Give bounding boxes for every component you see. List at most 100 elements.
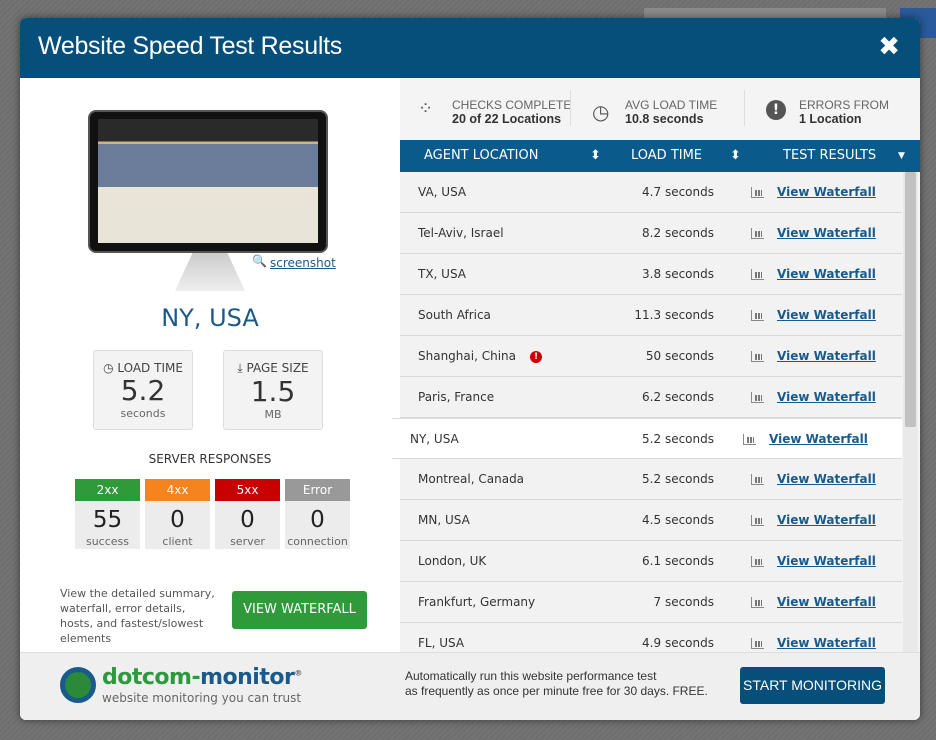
response-code: 2xx xyxy=(75,479,140,501)
results-table-header: AGENT LOCATION ⬍ LOAD TIME ⬍ TEST RESULT… xyxy=(400,140,920,172)
load-time: 4.5 seconds xyxy=(642,513,714,527)
modal-header: Website Speed Test Results ✖ xyxy=(20,18,920,78)
agent-location: VA, USA xyxy=(418,185,467,199)
table-row[interactable]: MN, USA 4.5 seconds View Waterfall xyxy=(400,500,902,541)
error-icon: ! xyxy=(766,100,786,120)
response-count: 0 xyxy=(310,507,325,533)
view-waterfall-link[interactable]: View Waterfall xyxy=(777,172,876,212)
view-waterfall-button[interactable]: VIEW WATERFALL xyxy=(232,591,367,629)
table-row[interactable]: NY, USA 5.2 seconds View Waterfall xyxy=(392,418,902,459)
table-row[interactable]: VA, USA 4.7 seconds View Waterfall xyxy=(400,172,902,213)
response-count: 0 xyxy=(240,507,255,533)
close-icon[interactable]: ✖ xyxy=(878,32,900,62)
zoom-icon: 🔍 xyxy=(252,254,267,268)
bar-chart-icon xyxy=(743,434,756,445)
view-waterfall-link[interactable]: View Waterfall xyxy=(777,254,876,294)
error-icon: ! xyxy=(530,350,542,363)
agent-location: Montreal, Canada xyxy=(418,472,525,486)
view-waterfall-link[interactable]: View Waterfall xyxy=(777,500,876,540)
column-agent-location[interactable]: AGENT LOCATION xyxy=(424,140,538,172)
table-row[interactable]: Tel-Aviv, Israel 8.2 seconds View Waterfal… xyxy=(400,213,902,254)
errors-from-stat: ERRORS FROM 1 Location xyxy=(799,98,889,126)
avg-load-time-stat: AVG LOAD TIME 10.8 seconds xyxy=(625,98,718,126)
table-row[interactable]: TX, USA 3.8 seconds View Waterfall xyxy=(400,254,902,295)
agent-location: London, UK xyxy=(418,554,487,568)
bar-chart-icon xyxy=(751,638,764,649)
table-row[interactable]: London, UK 6.1 seconds View Waterfall xyxy=(400,541,902,582)
scrollbar[interactable] xyxy=(903,172,918,652)
location-detail-panel: 🔍 screenshot NY, USA ◷ LOAD TIME 5.2 sec… xyxy=(20,78,400,652)
agent-location: South Africa xyxy=(418,308,491,322)
page-size-value: 1.5 xyxy=(250,375,296,408)
bar-chart-icon xyxy=(751,392,764,403)
website-screenshot-thumbnail[interactable] xyxy=(88,110,328,253)
load-time-value: 5.2 xyxy=(120,374,166,407)
spinner-icon: ⁘ xyxy=(418,98,434,119)
agent-location: Tel-Aviv, Israel xyxy=(418,226,504,240)
load-time: 6.2 seconds xyxy=(642,390,714,404)
bar-chart-icon xyxy=(751,187,764,198)
bar-chart-icon xyxy=(751,310,764,321)
agent-location: Shanghai, China! xyxy=(418,336,542,376)
response-code: 5xx xyxy=(215,479,280,501)
monitor-stand xyxy=(175,253,245,291)
bar-chart-icon xyxy=(751,515,764,526)
table-row[interactable]: Shanghai, China! 50 seconds View Waterfall xyxy=(400,336,902,377)
view-waterfall-link[interactable]: View Waterfall xyxy=(777,295,876,335)
waterfall-description: View the detailed summary, waterfall, er… xyxy=(60,587,215,645)
response-5xx: 5xx 0 server xyxy=(215,479,280,549)
results-table-body: VA, USA 4.7 seconds View Waterfall Tel-Aviv… xyxy=(392,172,902,652)
load-time: 5.2 seconds xyxy=(642,432,714,446)
agent-location: Frankfurt, Germany xyxy=(418,595,536,609)
load-time: 8.2 seconds xyxy=(642,226,714,240)
load-time: 11.3 seconds xyxy=(634,308,714,322)
speed-test-modal: Website Speed Test Results ✖ 🔍 screensho… xyxy=(20,18,920,720)
response-code: Error xyxy=(285,479,350,501)
checks-complete-stat: CHECKS COMPLETE 20 of 22 Locations xyxy=(452,98,572,126)
logo-tagline: website monitoring you can trust xyxy=(102,691,302,705)
page-size-label: PAGE SIZE xyxy=(246,361,309,375)
agent-location: NY, USA xyxy=(410,432,459,446)
view-waterfall-link[interactable]: View Waterfall xyxy=(777,582,876,622)
agent-location: Paris, France xyxy=(418,390,495,404)
response-count: 55 xyxy=(92,507,123,533)
chevron-down-icon[interactable]: ▼ xyxy=(898,140,905,172)
view-waterfall-link[interactable]: View Waterfall xyxy=(777,336,876,376)
bar-chart-icon xyxy=(751,597,764,608)
response-2xx: 2xx 55 success xyxy=(75,479,140,549)
agent-location: TX, USA xyxy=(418,267,467,281)
start-monitoring-button[interactable]: START MONITORING xyxy=(740,667,885,704)
footer: dotcom-monitor® website monitoring you c… xyxy=(20,652,920,720)
clock-icon: ◷ xyxy=(103,361,118,375)
screenshot-link[interactable]: screenshot xyxy=(270,256,336,270)
load-time: 7 seconds xyxy=(653,595,715,609)
server-responses-title: SERVER RESPONSES xyxy=(148,452,272,466)
column-load-time[interactable]: LOAD TIME xyxy=(631,140,702,172)
view-waterfall-link[interactable]: View Waterfall xyxy=(777,377,876,417)
view-waterfall-link[interactable]: View Waterfall xyxy=(769,419,868,459)
scrollbar-thumb[interactable] xyxy=(905,172,916,427)
table-row[interactable]: Frankfurt, Germany 7 seconds View Waterfal… xyxy=(400,582,902,623)
table-row[interactable]: Paris, France 6.2 seconds View Waterfall xyxy=(400,377,902,418)
download-icon: ⤓ xyxy=(237,361,247,375)
bar-chart-icon xyxy=(751,556,764,567)
view-waterfall-link[interactable]: View Waterfall xyxy=(777,213,876,253)
sort-icon[interactable]: ⬍ xyxy=(590,140,601,172)
table-row[interactable]: Montreal, Canada 5.2 seconds View Waterfal… xyxy=(400,459,902,500)
response-4xx: 4xx 0 client xyxy=(145,479,210,549)
table-row[interactable]: South Africa 11.3 seconds View Waterfall xyxy=(400,295,902,336)
load-time: 50 seconds xyxy=(645,349,714,363)
load-time: 6.1 seconds xyxy=(642,554,714,568)
response-label: client xyxy=(162,535,193,548)
view-waterfall-link[interactable]: View Waterfall xyxy=(777,459,876,499)
page-size-unit: MB xyxy=(264,408,282,421)
column-test-results[interactable]: TEST RESULTS xyxy=(783,140,876,172)
sort-icon[interactable]: ⬍ xyxy=(730,140,741,172)
bar-chart-icon xyxy=(751,228,764,239)
bar-chart-icon xyxy=(751,351,764,362)
response-label: server xyxy=(230,535,265,548)
load-time-unit: seconds xyxy=(120,407,166,420)
response-label: success xyxy=(85,535,130,548)
eye-logo-icon xyxy=(60,667,96,703)
view-waterfall-link[interactable]: View Waterfall xyxy=(777,541,876,581)
